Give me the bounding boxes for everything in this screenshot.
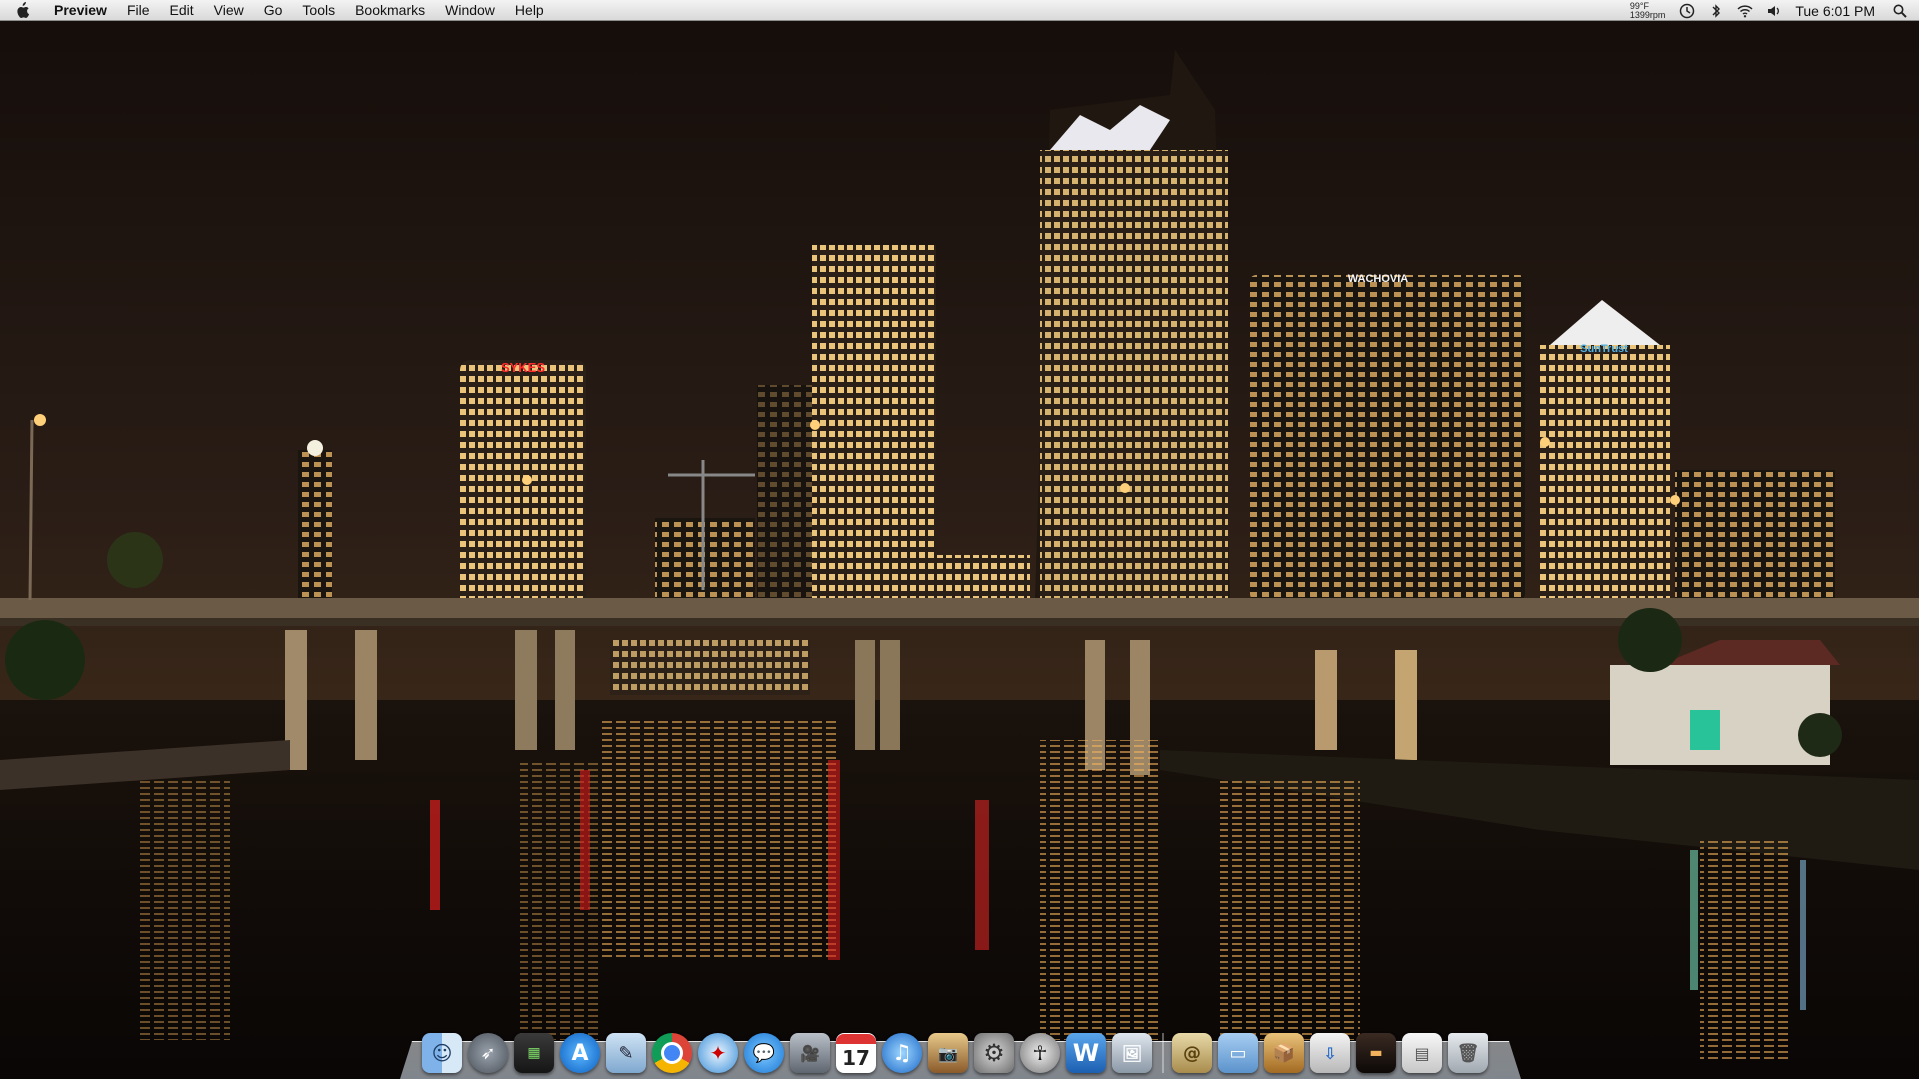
- word-icon[interactable]: W: [1066, 1033, 1106, 1073]
- menu-go[interactable]: Go: [264, 0, 283, 21]
- iphoto-icon[interactable]: 📷: [928, 1033, 968, 1073]
- temperature-monitor[interactable]: 99°F 1399rpm: [1629, 1, 1666, 20]
- safari-icon[interactable]: ✦: [698, 1033, 738, 1073]
- apple-icon[interactable]: [14, 2, 30, 19]
- menu-edit[interactable]: Edit: [170, 0, 194, 21]
- finder-icon[interactable]: ☺: [422, 1033, 462, 1073]
- sykes-sign: SYKES: [501, 360, 545, 375]
- menu-view[interactable]: View: [214, 0, 244, 21]
- app-store-icon[interactable]: A: [560, 1033, 600, 1073]
- word-letter: W: [1072, 1039, 1100, 1067]
- messages-icon[interactable]: 💬: [744, 1033, 784, 1073]
- spotlight-search-icon[interactable]: [1893, 4, 1907, 18]
- menu-bookmarks[interactable]: Bookmarks: [355, 0, 425, 21]
- calendar-day: 17: [842, 1046, 870, 1070]
- archive-box-icon[interactable]: 📦: [1264, 1033, 1304, 1073]
- menu-window[interactable]: Window: [445, 0, 495, 21]
- dock: ☺ ➶ ▦ A ✎ ✦ 💬 🎥 17 ♫ 📷 ⚙ ☥ W 🖼 @ ▭ 📦 ⇩ ▬…: [400, 1017, 1521, 1079]
- desktop[interactable]: SYKES WACHOVIA SunTrust Preview File Edi…: [0, 0, 1919, 1079]
- documents-folder-icon[interactable]: ▭: [1218, 1033, 1258, 1073]
- facetime-icon[interactable]: 🎥: [790, 1033, 830, 1073]
- fan-speed-readout: 1399rpm: [1629, 9, 1666, 20]
- downloads-stack-icon[interactable]: ⇩: [1310, 1033, 1350, 1073]
- suntrust-sign: SunTrust: [1580, 343, 1628, 355]
- preview-icon[interactable]: ✎: [606, 1033, 646, 1073]
- wifi-icon[interactable]: [1737, 3, 1753, 19]
- volume-icon[interactable]: [1766, 3, 1782, 19]
- menu-file[interactable]: File: [127, 0, 150, 21]
- launchpad-icon[interactable]: ➶: [468, 1033, 508, 1073]
- menu-tools[interactable]: Tools: [302, 0, 335, 21]
- image-capture-icon[interactable]: 🖼: [1112, 1033, 1152, 1073]
- calendar-icon[interactable]: 17: [836, 1033, 876, 1073]
- contacts-stack-icon[interactable]: @: [1172, 1033, 1212, 1073]
- wallpaper-city-skyline: SYKES WACHOVIA SunTrust: [0, 0, 1919, 1079]
- window-stack-icon[interactable]: ▤: [1402, 1033, 1442, 1073]
- trash-icon[interactable]: 🗑: [1448, 1033, 1488, 1073]
- chrome-icon[interactable]: [652, 1033, 692, 1073]
- menu-clock[interactable]: Tue 6:01 PM: [1795, 3, 1875, 19]
- bluetooth-icon[interactable]: [1708, 3, 1724, 19]
- menu-help[interactable]: Help: [515, 0, 544, 21]
- dock-separator: [1162, 1033, 1164, 1073]
- wachovia-sign: WACHOVIA: [1348, 273, 1409, 285]
- system-preferences-icon[interactable]: ⚙: [974, 1033, 1014, 1073]
- screenshot-stack-icon[interactable]: ▬: [1356, 1033, 1396, 1073]
- menu-app-name[interactable]: Preview: [54, 0, 107, 21]
- time-machine-icon[interactable]: [1679, 3, 1695, 19]
- dashboard-icon[interactable]: ▦: [514, 1033, 554, 1073]
- itunes-icon[interactable]: ♫: [882, 1033, 922, 1073]
- menu-bar: Preview File Edit View Go Tools Bookmark…: [0, 0, 1919, 21]
- dictionary-icon[interactable]: ☥: [1020, 1033, 1060, 1073]
